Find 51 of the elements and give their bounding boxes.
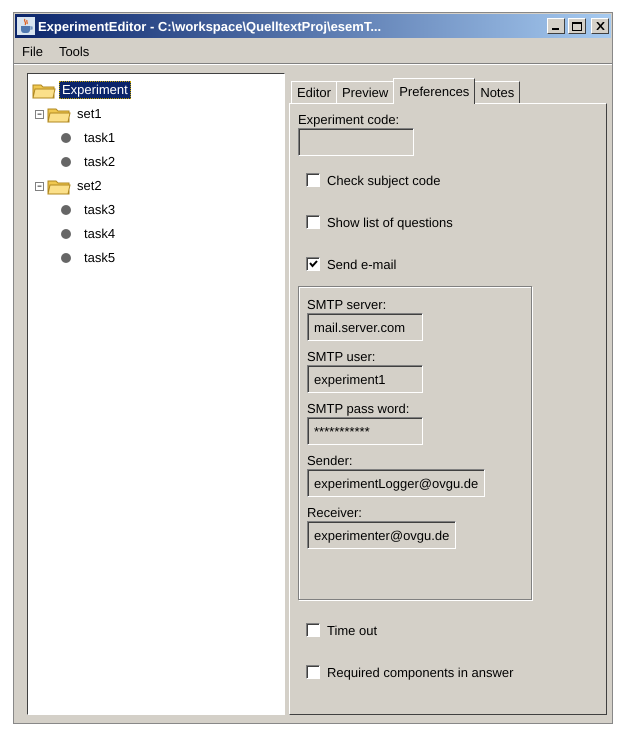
text-field[interactable]	[298, 128, 414, 156]
tree-item[interactable]: task4	[81, 225, 118, 243]
checkbox-label: Send e-mail	[327, 256, 396, 272]
checkbox[interactable]	[306, 257, 320, 271]
tab[interactable]: Preferences	[393, 78, 476, 104]
field-label: SMTP pass word:	[307, 401, 410, 417]
checkbox[interactable]	[306, 173, 320, 187]
minimize-button[interactable]	[547, 18, 565, 34]
tab[interactable]: Editor	[291, 81, 337, 103]
maximize-icon	[572, 22, 582, 30]
checkbox-label: Time out	[327, 622, 378, 638]
tree-item[interactable]: task5	[81, 249, 118, 267]
checkbox-label: Check subject code	[327, 172, 440, 188]
text-field[interactable]: ***********	[307, 417, 423, 445]
collapse-icon[interactable]	[35, 182, 44, 190]
close-button[interactable]	[591, 18, 609, 34]
tree-item[interactable]: set1	[74, 105, 105, 123]
tab[interactable]: Preview	[336, 81, 394, 103]
bullet-icon	[60, 252, 72, 264]
window-title: ExperimentEditor - C:\workspace\QuelltextProj\esemT...	[38, 18, 382, 34]
checkmark-icon	[308, 260, 318, 268]
checkbox[interactable]	[306, 215, 320, 229]
checkbox-label: Required components in answer	[327, 664, 514, 680]
maximize-button[interactable]	[568, 18, 586, 34]
menu-item[interactable]: Tools	[50, 42, 98, 60]
tree-item[interactable]: set2	[74, 177, 105, 195]
field-label: Experiment code:	[298, 112, 400, 128]
tree-item[interactable]: task1	[81, 129, 118, 147]
bullet-icon	[60, 228, 72, 240]
collapse-icon[interactable]	[35, 110, 44, 118]
text-field[interactable]: experimenter@ovgu.de	[307, 521, 456, 549]
bullet-icon	[60, 204, 72, 216]
bullet-icon	[60, 132, 72, 144]
text-field[interactable]: experiment1	[307, 365, 423, 393]
coffee-cup-icon	[17, 17, 35, 35]
text-field[interactable]: experimentLogger@ovgu.de	[307, 469, 486, 497]
tree-item[interactable]: Experiment	[59, 81, 131, 99]
field-label: SMTP server:	[307, 297, 388, 313]
bullet-icon	[60, 156, 72, 168]
menu-item[interactable]: File	[14, 42, 51, 60]
tab[interactable]: Notes	[474, 81, 520, 103]
checkbox[interactable]	[306, 665, 320, 679]
tree-item[interactable]: task2	[81, 153, 118, 171]
field-label: SMTP user:	[307, 349, 376, 365]
field-label: Receiver:	[307, 505, 363, 521]
close-icon	[596, 22, 604, 30]
checkbox[interactable]	[306, 623, 320, 637]
text-field[interactable]: mail.server.com	[307, 313, 423, 341]
field-label: Sender:	[307, 453, 354, 469]
tree-item[interactable]: task3	[81, 201, 118, 219]
checkbox-label: Show list of questions	[327, 214, 453, 230]
